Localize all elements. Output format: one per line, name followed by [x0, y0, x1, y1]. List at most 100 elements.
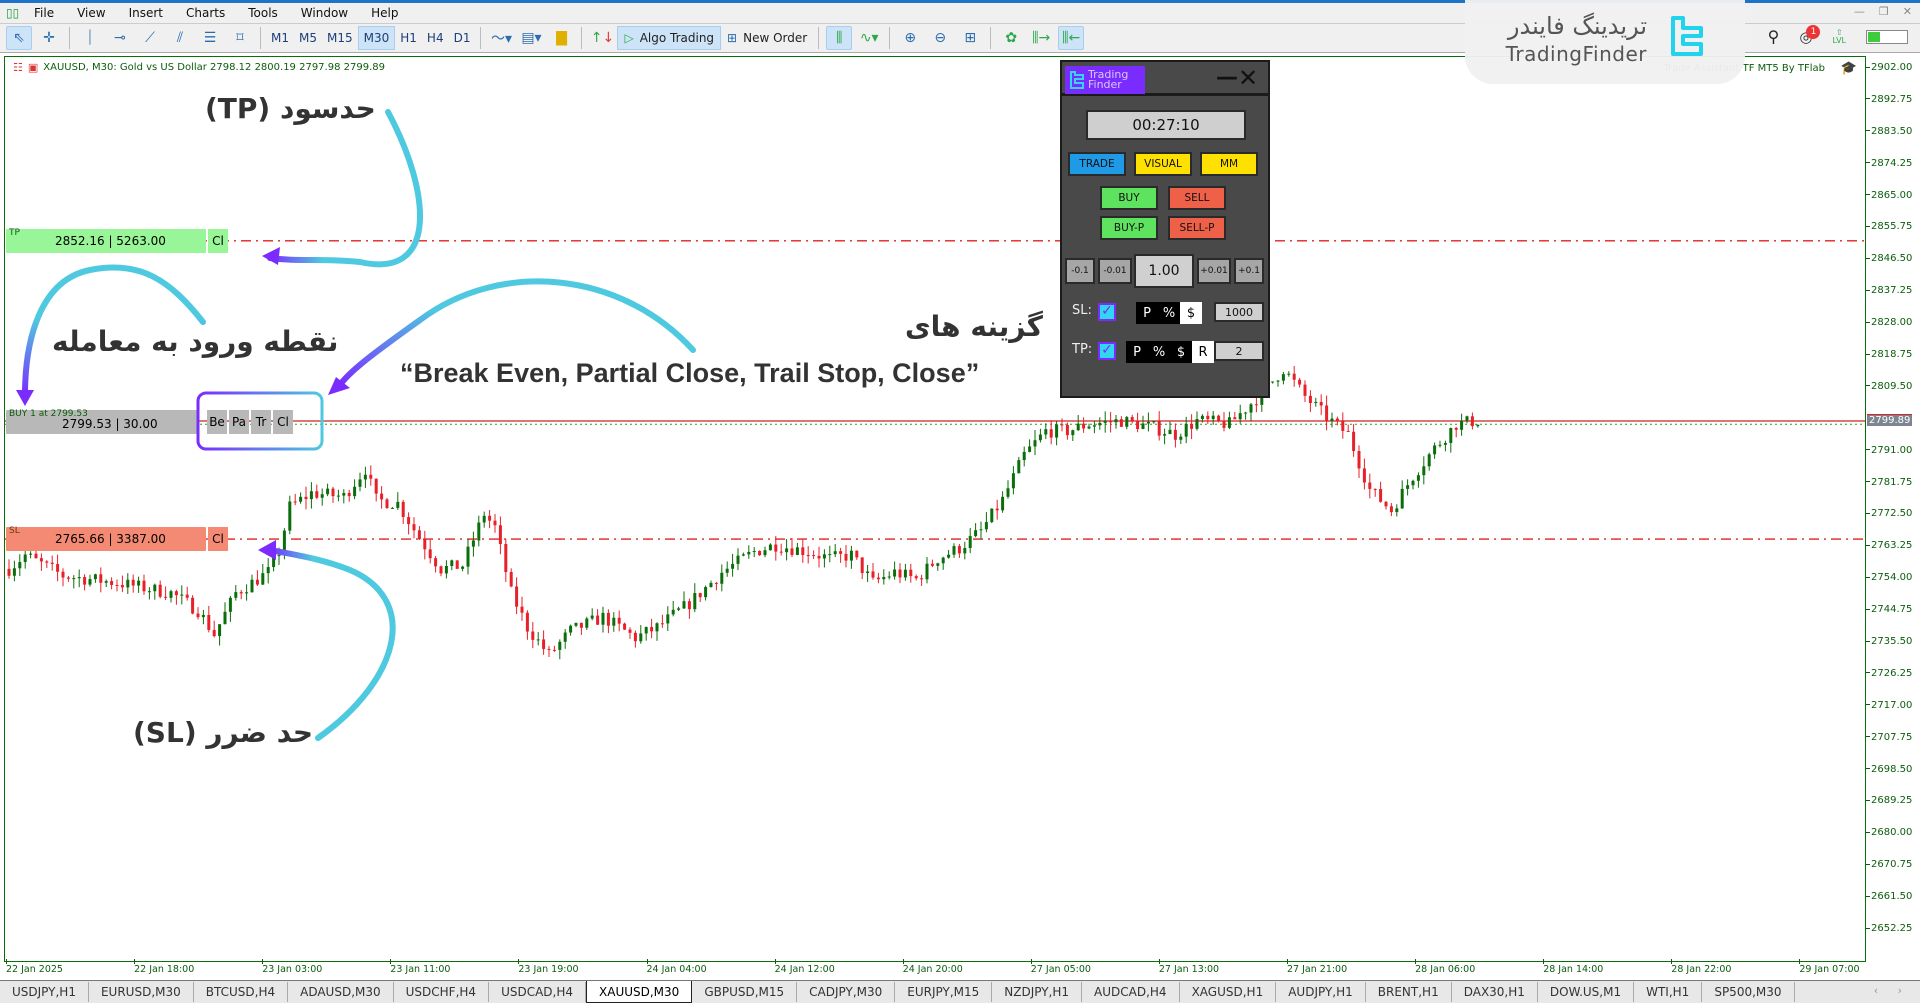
chart-tab[interactable]: USDJPY,H1 [0, 982, 89, 1002]
chart-tab[interactable]: AUDJPY,H1 [1276, 982, 1366, 1002]
new-order-button[interactable]: ⊞ New Order [721, 26, 813, 50]
sl-line-label[interactable]: SL 2765.66 | 3387.00 Cl [5, 526, 305, 552]
menu-tools[interactable]: Tools [238, 6, 291, 20]
templates-icon[interactable]: ▇ [548, 26, 574, 50]
chart-properties-icon[interactable]: ▣ [28, 61, 38, 74]
timeframe-h4[interactable]: H4 [422, 26, 449, 50]
tab-trade[interactable]: TRADE [1068, 152, 1126, 176]
chart-tab[interactable]: EURUSD,M30 [89, 982, 194, 1002]
menu-charts[interactable]: Charts [176, 6, 238, 20]
chart-tab[interactable]: XAGUSD,H1 [1180, 982, 1277, 1002]
panel-close-button[interactable]: ✕ [1238, 64, 1258, 92]
tp-close-button[interactable]: Cl [208, 228, 228, 253]
lot-minus-0-1-button[interactable]: -0.1 [1065, 258, 1095, 284]
timeframe-m15[interactable]: M15 [322, 26, 358, 50]
lot-size-input[interactable]: 1.00 [1134, 254, 1194, 288]
tp-mode-dollar[interactable]: $ [1170, 341, 1192, 363]
timeframe-m30[interactable]: M30 [357, 26, 396, 50]
one-click-panel-icon[interactable]: ☷ [13, 61, 23, 74]
shapes-icon[interactable]: ⌑ [227, 26, 253, 50]
sell-pending-button[interactable]: SELL-P [1168, 216, 1226, 240]
sl-value-input[interactable]: 1000 [1214, 302, 1264, 322]
timeframe-m1[interactable]: M1 [266, 26, 294, 50]
chart-tab[interactable]: EURJPY,M15 [895, 982, 993, 1002]
chart-tab[interactable]: USDCHF,H4 [394, 982, 490, 1002]
chart-tab[interactable]: BRENT,H1 [1366, 982, 1452, 1002]
candlestick-icon[interactable]: ⫼ [826, 26, 853, 50]
chart-tab[interactable]: CADJPY,M30 [797, 982, 896, 1002]
panel-header[interactable]: Trading Finder — ✕ [1062, 62, 1268, 96]
price-chart[interactable]: ☷ ▣ XAUUSD, M30: Gold vs US Dollar 2798.… [4, 56, 1866, 962]
break-even-button[interactable]: Be [207, 410, 227, 435]
tp-line-label[interactable]: TP 2852.16 | 5263.00 Cl [5, 228, 305, 253]
menu-file[interactable]: File [24, 6, 67, 20]
timeframe-m5[interactable]: M5 [294, 26, 322, 50]
tp-checkbox[interactable]: ✓ [1098, 342, 1116, 360]
zoom-out-icon[interactable]: ⊖ [927, 26, 953, 50]
channel-icon[interactable]: ⫽ [167, 26, 193, 50]
menu-help[interactable]: Help [361, 6, 411, 20]
lot-plus-0-1-button[interactable]: +0.1 [1234, 258, 1264, 284]
close-icon[interactable]: ✕ [1903, 5, 1912, 18]
chart-tab[interactable]: DAX30,H1 [1452, 982, 1538, 1002]
sl-mode-points[interactable]: P [1136, 302, 1158, 324]
sl-mode-percent[interactable]: % [1158, 302, 1180, 324]
minimize-icon[interactable]: — [1854, 5, 1865, 18]
zoom-in-icon[interactable]: ⊕ [897, 26, 923, 50]
tp-mode-percent[interactable]: % [1148, 341, 1170, 363]
vertical-line-icon[interactable]: ⏐ [77, 26, 103, 50]
tab-scroll-arrows[interactable]: ‹ › [1874, 984, 1910, 997]
one-click-trading-icon[interactable]: ↑ ↓ [589, 26, 615, 50]
menu-insert[interactable]: Insert [119, 6, 176, 20]
graduation-hat-icon[interactable]: 🎓 [1841, 61, 1857, 76]
chart-tab[interactable]: GBPUSD,M15 [692, 982, 798, 1002]
timeframe-d1[interactable]: D1 [449, 26, 476, 50]
chart-tab[interactable]: DOW.US,M1 [1538, 982, 1635, 1002]
menu-view[interactable]: View [67, 6, 118, 20]
chart-shift-end-icon[interactable]: ⫼← [1058, 26, 1085, 50]
lot-minus-0-01-button[interactable]: -0.01 [1098, 258, 1132, 284]
lot-plus-0-01-button[interactable]: +0.01 [1197, 258, 1231, 284]
tab-visual[interactable]: VISUAL [1134, 152, 1192, 176]
crosshair-tool-icon[interactable]: ✛ [36, 26, 62, 50]
chart-tab[interactable]: NZDJPY,H1 [992, 982, 1083, 1002]
chart-shift-icon[interactable]: ⫼→ [1028, 26, 1054, 50]
sl-checkbox[interactable]: ✓ [1098, 303, 1116, 321]
close-position-button[interactable]: Cl [273, 410, 293, 435]
auto-scroll-icon[interactable]: ✿ [998, 26, 1024, 50]
tp-mode-points[interactable]: P [1126, 341, 1148, 363]
chart-tab[interactable]: USDCAD,H4 [489, 982, 587, 1002]
horizontal-line-icon[interactable]: ⊸ [107, 26, 133, 50]
trendline-icon[interactable]: ⟋ [137, 26, 163, 50]
chart-tab[interactable]: XAUUSD,M30 [586, 981, 693, 1003]
sl-mode-dollar[interactable]: $ [1180, 302, 1202, 324]
time-axis[interactable]: 22 Jan 2025 22 Jan 18:00 23 Jan 03:00 23 Ja… [4, 959, 1866, 978]
partial-close-button[interactable]: Pa [229, 410, 249, 435]
menu-window[interactable]: Window [291, 6, 361, 20]
search-icon[interactable]: ⚲ [1768, 27, 1780, 46]
sell-button[interactable]: SELL [1168, 186, 1226, 210]
buy-pending-button[interactable]: BUY-P [1100, 216, 1158, 240]
indicators-dropdown-icon[interactable]: ▤▾ [518, 26, 544, 50]
cursor-tool-icon[interactable]: ⇖ [6, 26, 32, 50]
algo-trading-button[interactable]: ▷ Algo Trading [617, 26, 722, 50]
indicator-list-icon[interactable]: ∿▾ [856, 26, 882, 50]
entry-line-label[interactable]: BUY 1 at 2799.53 2799.53 | 30.00 Be Pa T… [5, 409, 305, 435]
timeframe-h1[interactable]: H1 [395, 26, 422, 50]
tp-value-input[interactable]: 2 [1214, 341, 1264, 361]
chart-type-dropdown-icon[interactable]: 〜▾ [488, 26, 514, 50]
chart-tab[interactable]: WTI,H1 [1634, 982, 1703, 1002]
price-axis[interactable]: 2902.00 2892.75 2883.50 2874.25 2865.00 2855.… [1866, 56, 1920, 962]
chart-tab[interactable]: BTCUSD,H4 [194, 982, 289, 1002]
trail-stop-button[interactable]: Tr [251, 410, 271, 435]
chart-tab[interactable]: SP500,M30 [1702, 982, 1795, 1002]
fibonacci-icon[interactable]: ☰ [197, 26, 223, 50]
buy-button[interactable]: BUY [1100, 186, 1158, 210]
panel-minimize-button[interactable]: — [1216, 65, 1238, 90]
tp-mode-ratio[interactable]: R [1192, 341, 1214, 363]
sl-close-button[interactable]: Cl [208, 527, 228, 552]
tile-windows-icon[interactable]: ⊞ [957, 26, 983, 50]
account-icon[interactable]: ◎ 1 [1799, 24, 1821, 46]
tab-mm[interactable]: MM [1200, 152, 1258, 176]
chart-tab[interactable]: ADAUSD,M30 [288, 982, 394, 1002]
